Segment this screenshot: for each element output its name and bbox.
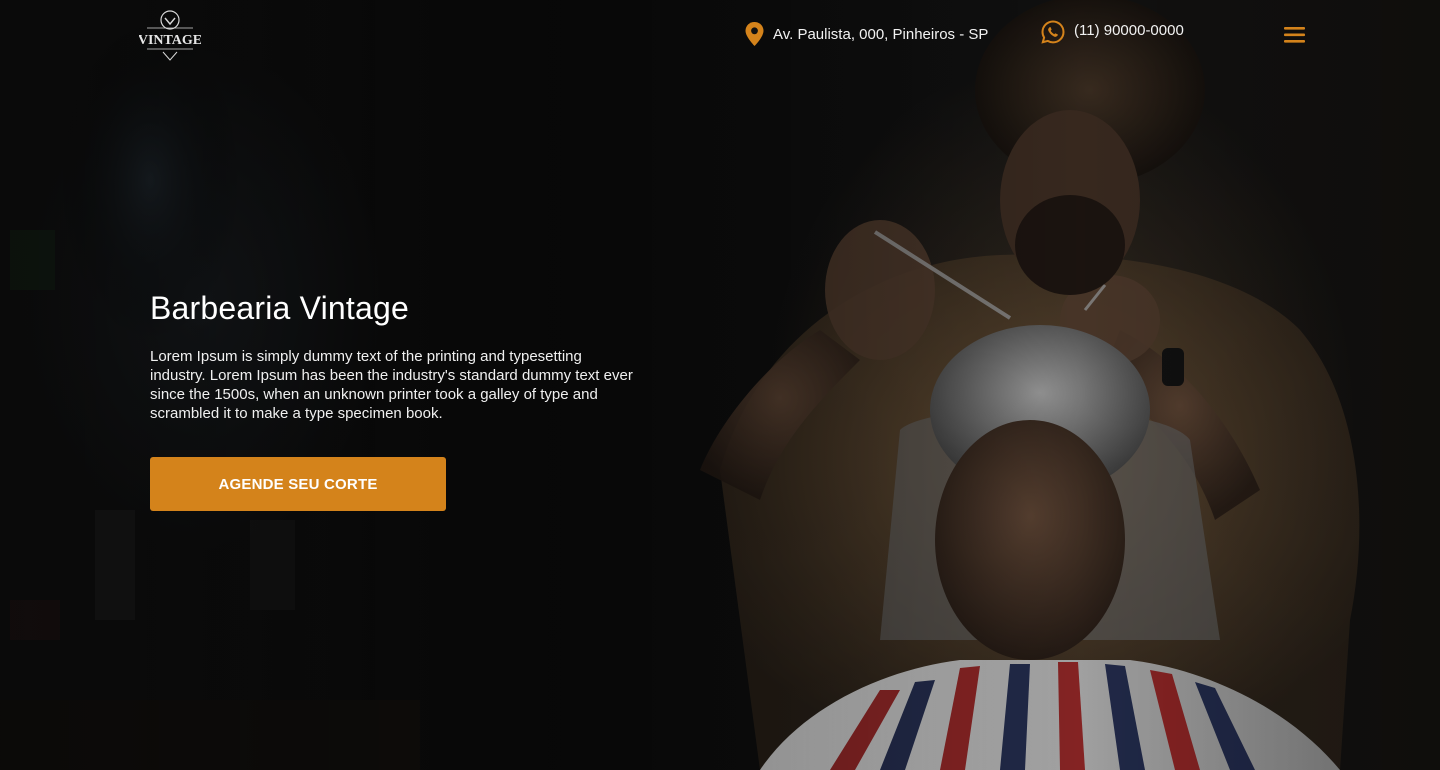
hero-content: Barbearia Vintage Lorem Ipsum is simply … [150,290,650,511]
address-text: Av. Paulista, 000, Pinheiros - SP [773,25,989,43]
hero-section: VINTAGE Av. Paulista, 000, Pinheiros - S… [0,0,1440,770]
barber-logo-icon: VINTAGE [138,10,202,61]
logo-text: VINTAGE [139,33,201,48]
hamburger-menu-icon [1284,27,1305,43]
hero-title: Barbearia Vintage [150,290,409,326]
phone-link[interactable]: (11) 90000-0000 [1041,20,1184,44]
phone-text: (11) 90000-0000 [1074,21,1184,39]
location-pin-icon [745,22,764,46]
whatsapp-icon [1041,20,1065,44]
site-header: VINTAGE Av. Paulista, 000, Pinheiros - S… [0,0,1440,72]
logo[interactable]: VINTAGE [138,8,202,64]
book-appointment-button[interactable]: AGENDE SEU CORTE [150,457,446,511]
address-info: Av. Paulista, 000, Pinheiros - SP [745,22,988,46]
menu-button[interactable] [1283,25,1307,45]
hero-description: Lorem Ipsum is simply dummy text of the … [150,348,633,422]
